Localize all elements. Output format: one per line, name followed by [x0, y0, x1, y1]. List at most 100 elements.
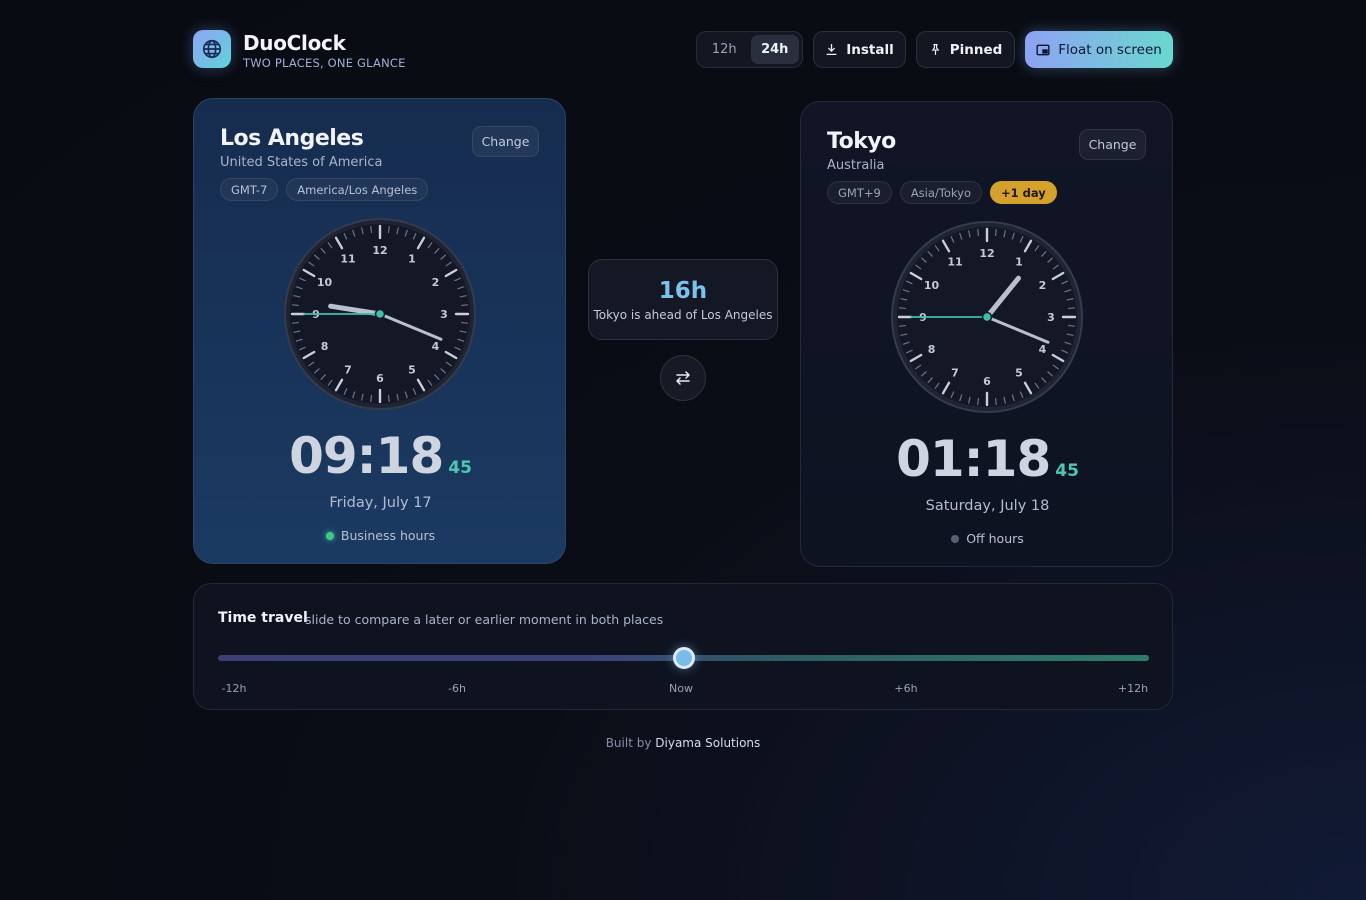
time-seconds: 45: [1055, 461, 1079, 481]
footer: Built by Diyama Solutions: [0, 736, 1366, 750]
minute-tick: [370, 394, 373, 403]
format-option-24h[interactable]: 24h: [750, 35, 799, 64]
clock-numeral: 3: [440, 308, 448, 321]
pinned-label: Pinned: [949, 41, 1003, 58]
clock-numeral: 1: [408, 253, 416, 266]
minute-tick: [291, 321, 300, 324]
clock-numeral: 10: [924, 279, 940, 292]
country-name: United States of America: [220, 155, 383, 170]
globe-icon: [202, 39, 222, 59]
analog-clock: 123456789101112: [891, 221, 1083, 413]
minute-tick: [460, 304, 469, 307]
install-button[interactable]: Install: [813, 31, 906, 68]
clock-numeral: 6: [983, 375, 991, 388]
timezone-chip: Asia/Tokyo: [899, 181, 982, 204]
minute-tick: [1067, 307, 1076, 310]
clock-numeral: 12: [979, 247, 994, 260]
clock-center-pin: [374, 308, 386, 320]
clock-numeral: 2: [432, 276, 440, 289]
minute-tick: [387, 225, 390, 234]
city-name: Tokyo: [827, 129, 896, 154]
time-travel-subtitle: slide to compare a later or earlier mome…: [305, 612, 664, 627]
picture-in-picture-icon: [1036, 44, 1050, 55]
city-name: Los Angeles: [220, 126, 364, 151]
timezone-chips: GMT-7 America/Los Angeles: [220, 178, 429, 201]
time-difference-value: 16h: [658, 278, 708, 304]
time-travel-slider-thumb[interactable]: [673, 647, 695, 669]
time-format-toggle[interactable]: 12h 24h: [696, 31, 803, 68]
time-travel-panel: Time travel slide to compare a later or …: [193, 583, 1173, 710]
clock-numeral: 11: [340, 253, 355, 266]
time-difference-panel: 16h Tokyo is ahead of Los Angeles: [588, 259, 778, 340]
clock-numeral: 2: [1039, 279, 1047, 292]
app-tagline: TWO PLACES, ONE GLANCE: [243, 56, 406, 70]
day-offset-badge: +1 day: [990, 181, 1057, 204]
minute-tick: [291, 304, 300, 307]
date-label: Saturday, July 18: [925, 498, 1050, 514]
analog-clock: 123456789101112: [284, 218, 476, 410]
hours-status: Business hours: [194, 528, 567, 543]
change-city-button[interactable]: Change: [472, 126, 539, 157]
status-label: Off hours: [966, 531, 1024, 546]
change-city-button[interactable]: Change: [1079, 129, 1146, 160]
gmt-offset-chip: GMT+9: [827, 181, 892, 204]
swap-arrows-icon: [676, 371, 690, 385]
clock-numeral: 8: [321, 340, 329, 353]
minute-tick: [994, 397, 997, 406]
slider-tick-label: -12h: [221, 682, 247, 695]
clock-numeral: 5: [408, 363, 416, 376]
minute-tick: [898, 307, 907, 310]
minute-tick: [977, 397, 980, 406]
slider-tick-label: +6h: [894, 682, 918, 695]
digital-time: 09:18 45: [194, 427, 567, 485]
swap-cities-button[interactable]: [660, 355, 706, 401]
float-on-screen-button[interactable]: Float on screen: [1025, 31, 1173, 68]
clock-numeral: 10: [317, 276, 333, 289]
time-hours-minutes: 01:18: [896, 430, 1051, 488]
app-header: DuoClock TWO PLACES, ONE GLANCE 12h 24h …: [193, 30, 1173, 70]
clock-numeral: 4: [432, 340, 440, 353]
minute-tick: [460, 321, 469, 324]
gmt-offset-chip: GMT-7: [220, 178, 279, 201]
minute-tick: [898, 324, 907, 327]
clock-numeral: 11: [947, 256, 962, 269]
minute-tick: [1067, 324, 1076, 327]
status-dot: [325, 531, 334, 540]
clock-numeral: 3: [1047, 311, 1055, 324]
timezone-chips: GMT+9 Asia/Tokyo +1 day: [827, 181, 1057, 204]
clock-numeral: 12: [372, 244, 387, 257]
slider-tick-label: +12h: [1117, 682, 1149, 695]
time-difference-text: Tokyo is ahead of Los Angeles: [593, 308, 773, 322]
clock-numeral: 4: [1039, 343, 1047, 356]
slider-tick-label: Now: [669, 682, 693, 695]
hours-status: Off hours: [801, 531, 1174, 546]
minute-tick: [387, 394, 390, 403]
pin-icon: [931, 44, 940, 55]
timezone-chip: America/Los Angeles: [286, 178, 429, 201]
clock-numeral: 8: [928, 343, 936, 356]
status-label: Business hours: [340, 528, 436, 543]
clock-numeral: 1: [1015, 256, 1023, 269]
footer-prefix: Built by: [605, 736, 652, 750]
minute-tick: [977, 228, 980, 237]
clock-center-pin: [981, 311, 993, 323]
clock-numeral: 7: [951, 366, 959, 379]
download-icon: [826, 43, 837, 56]
digital-time: 01:18 45: [801, 430, 1174, 488]
pinned-button[interactable]: Pinned: [916, 31, 1015, 68]
country-name: Australia: [827, 158, 885, 173]
app-name: DuoClock: [243, 31, 346, 55]
city-card-left: Los Angeles United States of America Cha…: [193, 98, 566, 564]
minute-tick: [370, 225, 373, 234]
float-label: Float on screen: [1058, 41, 1162, 58]
footer-author-link[interactable]: Diyama Solutions: [655, 736, 760, 750]
clock-numeral: 7: [344, 363, 352, 376]
clock-numeral: 6: [376, 372, 384, 385]
slider-tick-label: -6h: [448, 682, 466, 695]
format-option-12h[interactable]: 12h: [700, 35, 749, 64]
clock-numeral: 5: [1015, 366, 1023, 379]
install-label: Install: [846, 41, 894, 58]
app-logo: [193, 30, 231, 68]
time-seconds: 45: [448, 458, 472, 478]
time-hours-minutes: 09:18: [289, 427, 444, 485]
